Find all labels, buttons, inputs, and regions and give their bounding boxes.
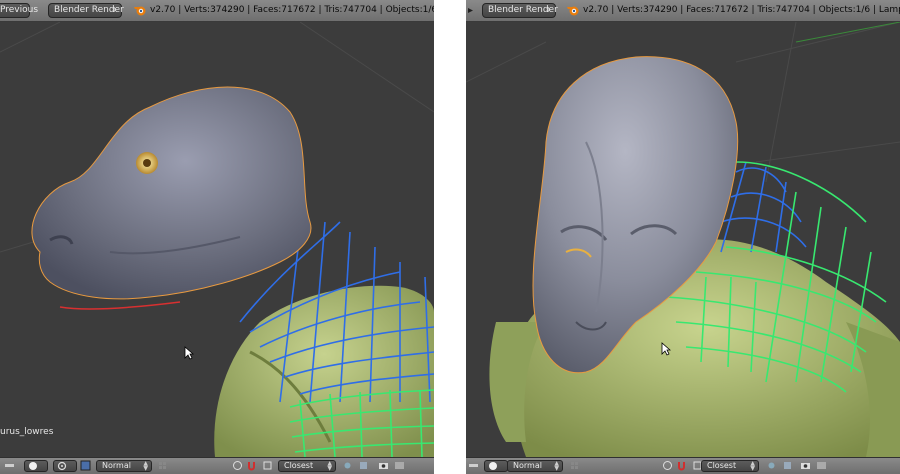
info-header: Blender Render ⇕ v2.70 | Verts:374290 | … (466, 0, 900, 22)
snap-element-icon[interactable] (262, 460, 273, 471)
shading-normal-value: Normal (513, 461, 542, 470)
render-engine-dropdown[interactable]: Blender Render ⇕ (482, 3, 558, 18)
dropdown-arrows-icon: ⇕ (545, 6, 551, 14)
sphere-shading-icon (29, 462, 37, 470)
panel-divider (434, 0, 466, 474)
render-engine-dropdown[interactable]: Blender Render ⇕ (48, 3, 124, 18)
view-menu-icon[interactable] (4, 460, 15, 471)
3d-viewport[interactable]: urus_lowres (0, 21, 434, 458)
mouse-cursor-icon (661, 342, 671, 356)
render-icon[interactable] (378, 460, 389, 471)
object-mode-icon[interactable] (80, 460, 91, 471)
viewport-shading-button[interactable] (24, 460, 48, 472)
align-rotation-icon[interactable] (342, 460, 353, 471)
shading-normal-value: Normal (102, 461, 131, 470)
3d-view-header-bar: Normal ▲ ▼ Closest ▲ ▼ (466, 457, 900, 474)
viewport-shading-button[interactable] (484, 460, 508, 472)
right-3d-viewport-panel: Blender Render ⇕ v2.70 | Verts:374290 | … (466, 0, 900, 474)
pivot-icon (57, 461, 67, 471)
right-sculpt-render (466, 21, 900, 457)
active-object-name: urus_lowres (0, 427, 54, 437)
arrow-right-icon[interactable] (466, 5, 477, 16)
dropdown-arrows-icon: ▲ ▼ (554, 460, 559, 472)
dropdown-arrows-icon: ▲ ▼ (750, 460, 755, 472)
dropdown-arrows-icon: ▲ ▼ (327, 460, 332, 472)
sphere-shading-icon (489, 462, 497, 470)
layers-icon[interactable] (158, 460, 169, 471)
3d-viewport[interactable] (466, 21, 900, 457)
snap-target-dropdown[interactable]: Closest ▲ ▼ (701, 460, 759, 472)
scene-statistics: v2.70 | Verts:374290 | Faces:717672 | Tr… (150, 5, 434, 15)
snap-target-value: Closest (284, 461, 314, 470)
render-icon[interactable] (800, 460, 811, 471)
left-3d-viewport-panel: urus_lowres Previous Blender Render ⇕ v2… (0, 0, 434, 474)
view-menu-icon[interactable] (468, 460, 479, 471)
layers-icon[interactable] (570, 460, 581, 471)
shading-normal-dropdown[interactable]: Normal ▲ ▼ (96, 460, 152, 472)
pivot-point-button[interactable] (53, 460, 77, 472)
left-sculpt-render (0, 21, 434, 458)
snap-magnet-icon[interactable] (676, 460, 687, 471)
dropdown-arrows-icon: ⇕ (111, 6, 117, 14)
render-animation-icon[interactable] (816, 460, 827, 471)
snap-target-dropdown[interactable]: Closest ▲ ▼ (278, 460, 336, 472)
snap-target-value: Closest (707, 461, 737, 470)
project-icon[interactable] (358, 460, 369, 471)
scene-statistics: v2.70 | Verts:374290 | Faces:717672 | Tr… (583, 5, 900, 15)
proportional-edit-icon[interactable] (662, 460, 673, 471)
3d-view-header-bar: Normal ▲ ▼ Closest ▲ ▼ (0, 457, 434, 474)
dropdown-arrows-icon: ▲ ▼ (143, 460, 148, 472)
project-icon[interactable] (782, 460, 793, 471)
align-rotation-icon[interactable] (766, 460, 777, 471)
blender-logo-icon (567, 6, 579, 16)
snap-magnet-icon[interactable] (246, 460, 257, 471)
previous-screen-button[interactable]: Previous (0, 3, 38, 18)
mouse-cursor-icon (184, 346, 194, 360)
shading-normal-dropdown[interactable]: Normal ▲ ▼ (507, 460, 563, 472)
render-animation-icon[interactable] (394, 460, 405, 471)
proportional-edit-icon[interactable] (232, 460, 243, 471)
blender-logo-icon (134, 6, 146, 16)
info-header: Previous Blender Render ⇕ v2.70 | Verts:… (0, 0, 434, 22)
